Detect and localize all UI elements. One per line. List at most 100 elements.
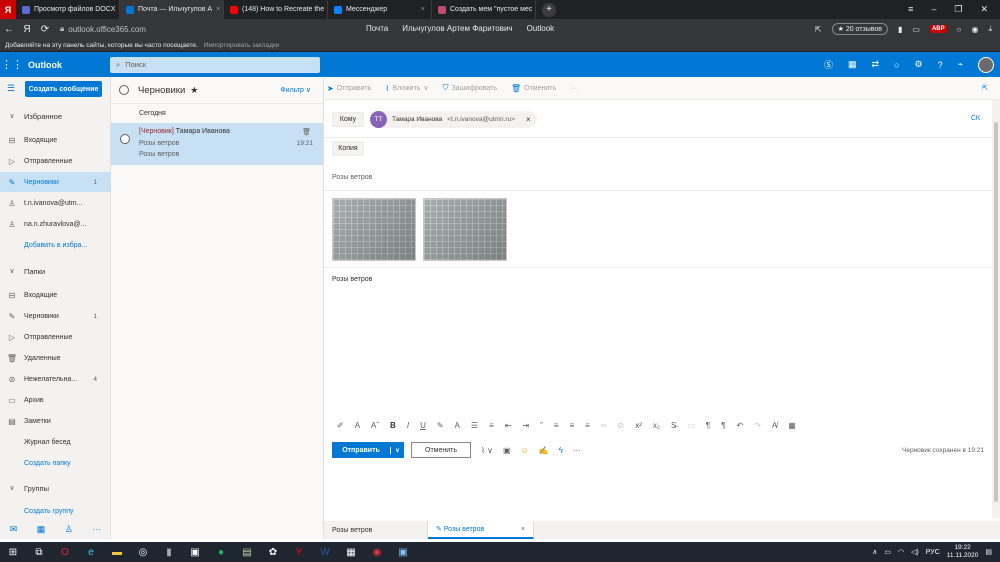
favorites-header[interactable]: ∨ Избранное [0, 107, 111, 125]
nav-item-drafts[interactable]: ✎ Черновики 1 [0, 172, 111, 192]
attachment-thumbnail[interactable] [332, 198, 416, 261]
paint-icon[interactable]: ✿ [260, 547, 286, 558]
create-folder-link[interactable]: Создать папку [0, 453, 111, 473]
signature-icon[interactable]: ✍ [539, 446, 549, 455]
font-color-icon[interactable]: A [455, 421, 460, 430]
task-view-icon[interactable]: ⧉ [26, 547, 52, 558]
cc-button[interactable]: Копия [332, 141, 364, 156]
windows-start-icon[interactable]: ⊞ [0, 547, 26, 558]
media-player-icon[interactable]: ◉ [364, 547, 390, 558]
yandex-icon[interactable]: Я [18, 24, 36, 35]
folder-deleted[interactable]: 🗑︎ Удаленные [0, 348, 111, 368]
attachment-thumbnail[interactable] [423, 198, 507, 261]
recipient-chip[interactable]: ТТ Тамара Иванова <t.n.ivanova@utmn.ru> … [370, 111, 537, 128]
clear-format-icon[interactable]: ▭ [687, 421, 695, 430]
help-icon[interactable]: ? [938, 60, 943, 70]
yandex-browser-icon[interactable]: Y [286, 547, 312, 558]
folder-notes[interactable]: ▤ Заметки [0, 411, 111, 431]
align-left-icon[interactable]: ≡ [554, 421, 559, 430]
megaphone-icon[interactable]: ⌁ [958, 59, 963, 70]
minimize-icon[interactable]: – [931, 4, 936, 15]
reload-icon[interactable]: ⟳ [36, 24, 54, 35]
trash-icon[interactable]: 🗑︎ [302, 128, 311, 136]
send-command[interactable]: ➤ Отправить [327, 84, 371, 93]
highlight-icon[interactable]: ✎ [437, 421, 444, 430]
underline-icon[interactable]: U [420, 421, 426, 430]
downloads-icon[interactable]: ⤓ [988, 24, 992, 34]
folder-junk[interactable]: ⊘ Нежелательна... 4 [0, 369, 111, 389]
numbering-icon[interactable]: ≡ [489, 421, 494, 430]
create-group-link[interactable]: Создать группу [0, 501, 111, 521]
folder-inbox[interactable]: ⊟ Входящие [0, 285, 111, 305]
undo-icon[interactable]: ↶ [737, 421, 744, 430]
steam-icon[interactable]: ◎ [130, 547, 156, 558]
url-field[interactable]: 🔒︎ outlook.office365.com [60, 24, 340, 34]
people-icon[interactable]: ♙ [65, 524, 73, 535]
subscript-icon[interactable]: x₂ [653, 421, 660, 430]
mail-icon[interactable]: ✉ [10, 524, 18, 535]
popout-icon[interactable]: ⇱ [982, 84, 988, 92]
message-body[interactable]: Розы ветров [332, 276, 372, 283]
app-icon[interactable]: ▮ [156, 547, 182, 558]
draft-tab-active[interactable]: ✎ Розы ветров × [428, 521, 534, 539]
browser-tab[interactable]: Создать мем "пустое мес × [432, 0, 536, 19]
emoji-icon[interactable]: ☺ [521, 446, 529, 455]
photos-icon[interactable]: ▣ [390, 547, 416, 558]
folder-archive[interactable]: ▭ Архив [0, 390, 111, 410]
bold-icon[interactable]: B [390, 421, 396, 430]
quote-icon[interactable]: ” [540, 421, 543, 430]
opera-icon[interactable]: O [52, 547, 78, 558]
browser-tab-active[interactable]: Почта — Ильчугулов А × [120, 0, 224, 19]
new-tab-button[interactable]: + [542, 2, 556, 17]
gear-icon[interactable]: ⚙ [914, 59, 922, 70]
search-input[interactable]: ⌕ Поиск [110, 56, 320, 73]
font-size-decrease-icon[interactable]: A [355, 421, 360, 430]
send-button[interactable]: Отправить ∨ [332, 442, 404, 458]
folder-sent[interactable]: ▷ Отправленные [0, 327, 111, 347]
volume-icon[interactable]: ◁) [911, 548, 919, 556]
skype-icon[interactable]: Ⓢ [824, 58, 833, 71]
browser-tab[interactable]: Мессенджер × [328, 0, 432, 19]
lightbulb-icon[interactable]: ○ [894, 60, 899, 70]
close-icon[interactable]: × [521, 526, 525, 533]
maximize-icon[interactable]: ❐ [954, 4, 962, 15]
superscript-icon[interactable]: x² [635, 421, 642, 430]
adblock-icon[interactable]: ABP [929, 25, 947, 33]
more-commands-button[interactable]: ··· [570, 85, 577, 92]
close-tab-icon[interactable]: × [421, 6, 425, 13]
back-icon[interactable]: ← [0, 24, 18, 35]
notifications-icon[interactable]: ▤ [985, 548, 992, 556]
vpn-icon[interactable]: ◉ [971, 25, 978, 34]
wifi-icon[interactable]: ◠ [898, 548, 904, 556]
table-icon[interactable]: ▦ [788, 421, 796, 430]
rtl-icon[interactable]: ¶ [721, 421, 725, 430]
bullets-icon[interactable]: ☰ [471, 421, 478, 430]
nav-item-inbox[interactable]: ⊟ Входящие [0, 130, 111, 150]
app-launcher-icon[interactable]: ⋮⋮ [0, 58, 24, 71]
compose-scrollbar[interactable] [992, 100, 1000, 518]
share-icon[interactable]: ⇱ [815, 25, 822, 34]
link-icon[interactable]: ∞ [601, 421, 607, 430]
discard-command[interactable]: 🗑︎ Отменить [511, 84, 556, 93]
attach-command[interactable]: ⌇ Вложить ∨ [385, 84, 428, 93]
edge-icon[interactable]: e [78, 547, 104, 558]
list-item[interactable]: [Черновик] Тамара Иванова 🗑︎ Розы ветров… [111, 123, 323, 165]
decrease-indent-icon[interactable]: ⇤ [505, 421, 512, 430]
ltr-icon[interactable]: ¶ [706, 421, 710, 430]
browser-logo-icon[interactable]: Я [0, 0, 16, 19]
clock[interactable]: 19:22 11.11.2020 [947, 544, 979, 560]
font-size-increase-icon[interactable]: Aˆ [371, 421, 379, 430]
align-right-icon[interactable]: ≡ [585, 421, 590, 430]
word-icon[interactable]: W [312, 547, 338, 558]
folder-conversation-history[interactable]: Журнал бесед [0, 432, 111, 452]
increase-indent-icon[interactable]: ⇥ [522, 421, 529, 430]
discard-button[interactable]: Отменить [411, 442, 471, 458]
reviews-badge[interactable]: ★ 20 отзывов [831, 23, 888, 35]
feedback-icon[interactable]: ⇄ [872, 59, 880, 70]
app-icon[interactable]: ▦ [338, 547, 364, 558]
filter-button[interactable]: Фильтр ∨ [280, 86, 311, 94]
language-indicator[interactable]: РУС [926, 549, 940, 556]
extension-icon[interactable]: ▭ [912, 25, 920, 34]
chevron-up-icon[interactable]: ∧ [872, 548, 877, 556]
epic-games-icon[interactable]: ▣ [182, 547, 208, 558]
